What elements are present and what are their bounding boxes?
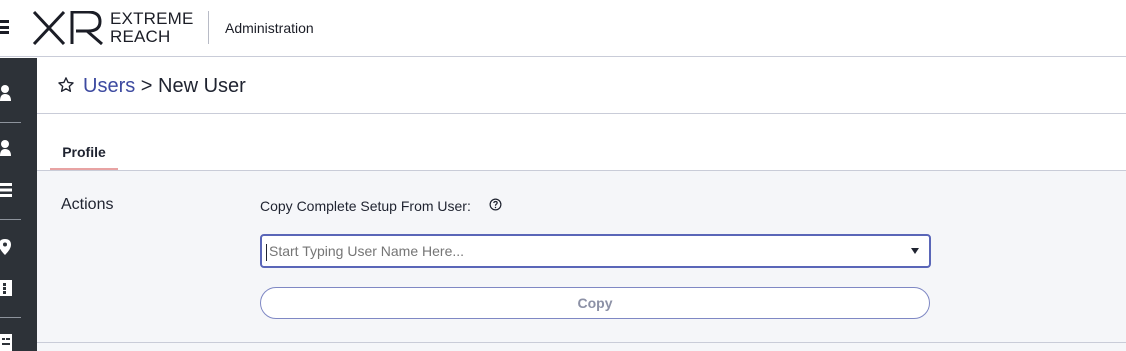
film-icon[interactable] [0, 279, 12, 297]
active-tab-indicator [50, 168, 118, 170]
xr-logo[interactable] [32, 11, 104, 45]
sidebar-divider [0, 219, 21, 220]
user-search-input[interactable] [269, 243, 889, 259]
hamburger-icon[interactable] [0, 20, 9, 34]
text-cursor [266, 244, 267, 261]
brand-name: EXTREME REACH [110, 10, 194, 46]
user-icon[interactable] [0, 84, 12, 102]
app-name: Administration [225, 20, 314, 36]
breadcrumb-separator: > [140, 75, 153, 97]
sidebar [0, 58, 37, 351]
id-card-icon[interactable] [0, 333, 12, 351]
sidebar-divider [0, 122, 21, 123]
copy-setup-label: Copy Complete Setup From User: [260, 198, 471, 214]
brand-divider [208, 11, 209, 44]
section-title: Actions [61, 196, 114, 213]
breadcrumb-users-link[interactable]: Users [83, 75, 135, 97]
tab-bar: Profile [37, 114, 1126, 171]
top-bar: EXTREME REACH Administration [0, 0, 1126, 57]
list-icon[interactable] [0, 181, 12, 199]
star-icon[interactable] [57, 76, 75, 94]
breadcrumb: Users > New User [83, 75, 246, 98]
user-search-select[interactable] [260, 234, 931, 268]
help-icon[interactable] [489, 198, 502, 211]
chevron-down-icon[interactable] [911, 248, 919, 254]
actions-section: Actions Copy Complete Setup From User: C… [37, 171, 1126, 351]
page-header: Users > New User [37, 58, 1126, 114]
tab-profile-label: Profile [62, 144, 106, 160]
location-pin-icon[interactable] [0, 238, 12, 256]
tab-profile[interactable]: Profile [50, 143, 118, 170]
user-icon[interactable] [0, 139, 12, 157]
brand-line-2: REACH [110, 27, 171, 46]
brand-line-1: EXTREME [110, 9, 194, 28]
copy-button[interactable]: Copy [260, 287, 930, 319]
page-title: New User [158, 75, 246, 97]
sidebar-divider [0, 317, 21, 318]
section-bottom-border [37, 342, 1126, 343]
